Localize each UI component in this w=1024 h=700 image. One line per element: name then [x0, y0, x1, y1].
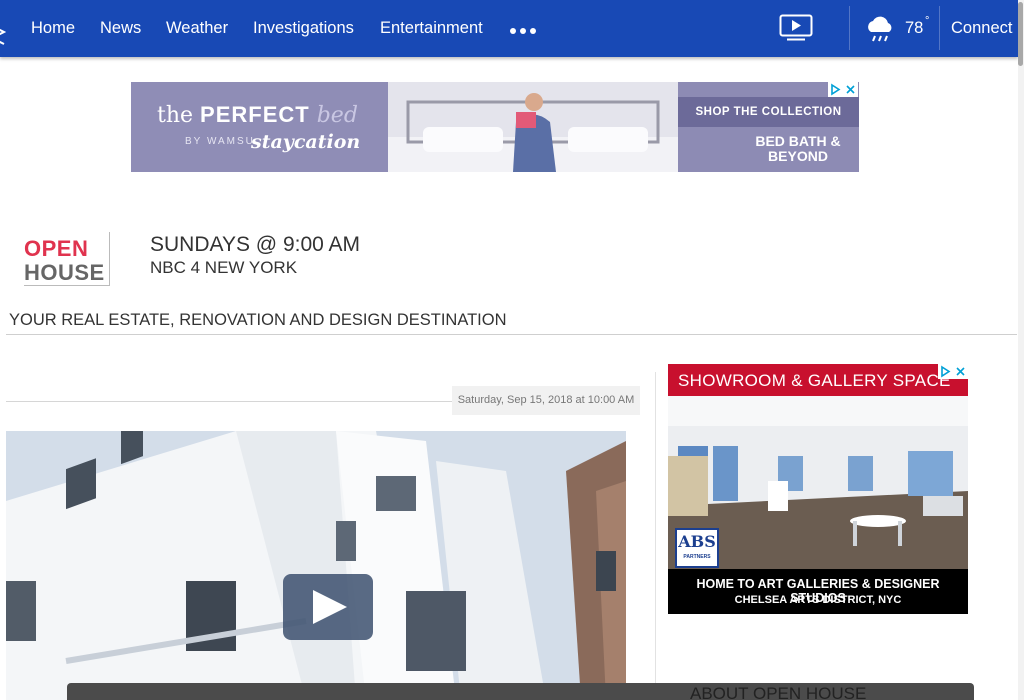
- article-timestamp: Saturday, Sep 15, 2018 at 10:00 AM: [452, 386, 640, 415]
- close-icon[interactable]: [843, 82, 858, 97]
- ad-left-panel: the PERFECT bed BY WAMSU staycation: [131, 82, 388, 172]
- ad-byline: BY WAMSU: [185, 136, 255, 147]
- logo-house-text: HOUSE: [24, 260, 105, 285]
- article-video-thumbnail[interactable]: [6, 431, 626, 700]
- top-navigation-bar: Home News Weather Investigations Enterta…: [0, 0, 1018, 57]
- ad-brand-logo: BED BATH & BEYOND: [755, 133, 841, 164]
- ad-collection-name: staycation: [251, 131, 361, 153]
- temperature-value[interactable]: 78: [905, 19, 923, 38]
- divider: [6, 334, 1017, 335]
- page-scrollbar-thumb[interactable]: [1018, 2, 1023, 66]
- show-airtime: SUNDAYS @ 9:00 AM: [150, 233, 360, 256]
- ad-headline: the PERFECT bed: [157, 102, 358, 128]
- degree-symbol: °: [925, 15, 930, 27]
- connect-link[interactable]: Connect: [951, 19, 1012, 38]
- more-dots-icon[interactable]: [510, 28, 536, 34]
- ad-choices-icon[interactable]: [938, 364, 953, 379]
- close-icon[interactable]: [953, 364, 968, 379]
- about-section-title: ABOUT OPEN HOUSE: [690, 684, 867, 700]
- open-house-logo[interactable]: OPEN HOUSE: [24, 232, 110, 286]
- top-banner-ad[interactable]: the PERFECT bed BY WAMSU staycation SHOP…: [131, 82, 859, 172]
- abs-partners-logo: ABS PARTNERS: [675, 528, 719, 568]
- side-ad-line2: CHELSEA ARTS DISTRICT, NYC: [734, 594, 902, 606]
- nav-link-weather[interactable]: Weather: [166, 19, 228, 38]
- station-logo-icon[interactable]: [0, 26, 6, 48]
- page-scrollbar-track[interactable]: [1018, 0, 1024, 700]
- column-divider: [655, 372, 656, 700]
- rain-cloud-icon[interactable]: [864, 14, 896, 46]
- play-icon[interactable]: [283, 574, 373, 640]
- nav-link-home[interactable]: Home: [31, 19, 75, 38]
- nav-link-investigations[interactable]: Investigations: [253, 19, 354, 38]
- ad-choices-icon[interactable]: [828, 82, 843, 97]
- nav-link-entertainment[interactable]: Entertainment: [380, 19, 483, 38]
- page-tagline: YOUR REAL ESTATE, RENOVATION AND DESIGN …: [9, 311, 507, 329]
- logo-open-text: OPEN: [24, 236, 89, 261]
- side-ad-headline: SHOWROOM & GALLERY SPACE: [668, 364, 968, 396]
- ad-bedroom-photo: [388, 82, 678, 172]
- article-divider: [6, 401, 452, 402]
- ad-cta-button[interactable]: SHOP THE COLLECTION: [678, 97, 859, 127]
- nav-divider: [939, 6, 940, 50]
- sidebar-ad[interactable]: SHOWROOM & GALLERY SPACE ABS PARTNERS HO…: [668, 364, 968, 614]
- nav-link-news[interactable]: News: [100, 19, 141, 38]
- nav-divider: [849, 6, 850, 50]
- show-station: NBC 4 NEW YORK: [150, 258, 298, 277]
- video-player-icon[interactable]: [779, 14, 813, 42]
- side-ad-caption: HOME TO ART GALLERIES & DESIGNER STUDIOS…: [668, 569, 968, 614]
